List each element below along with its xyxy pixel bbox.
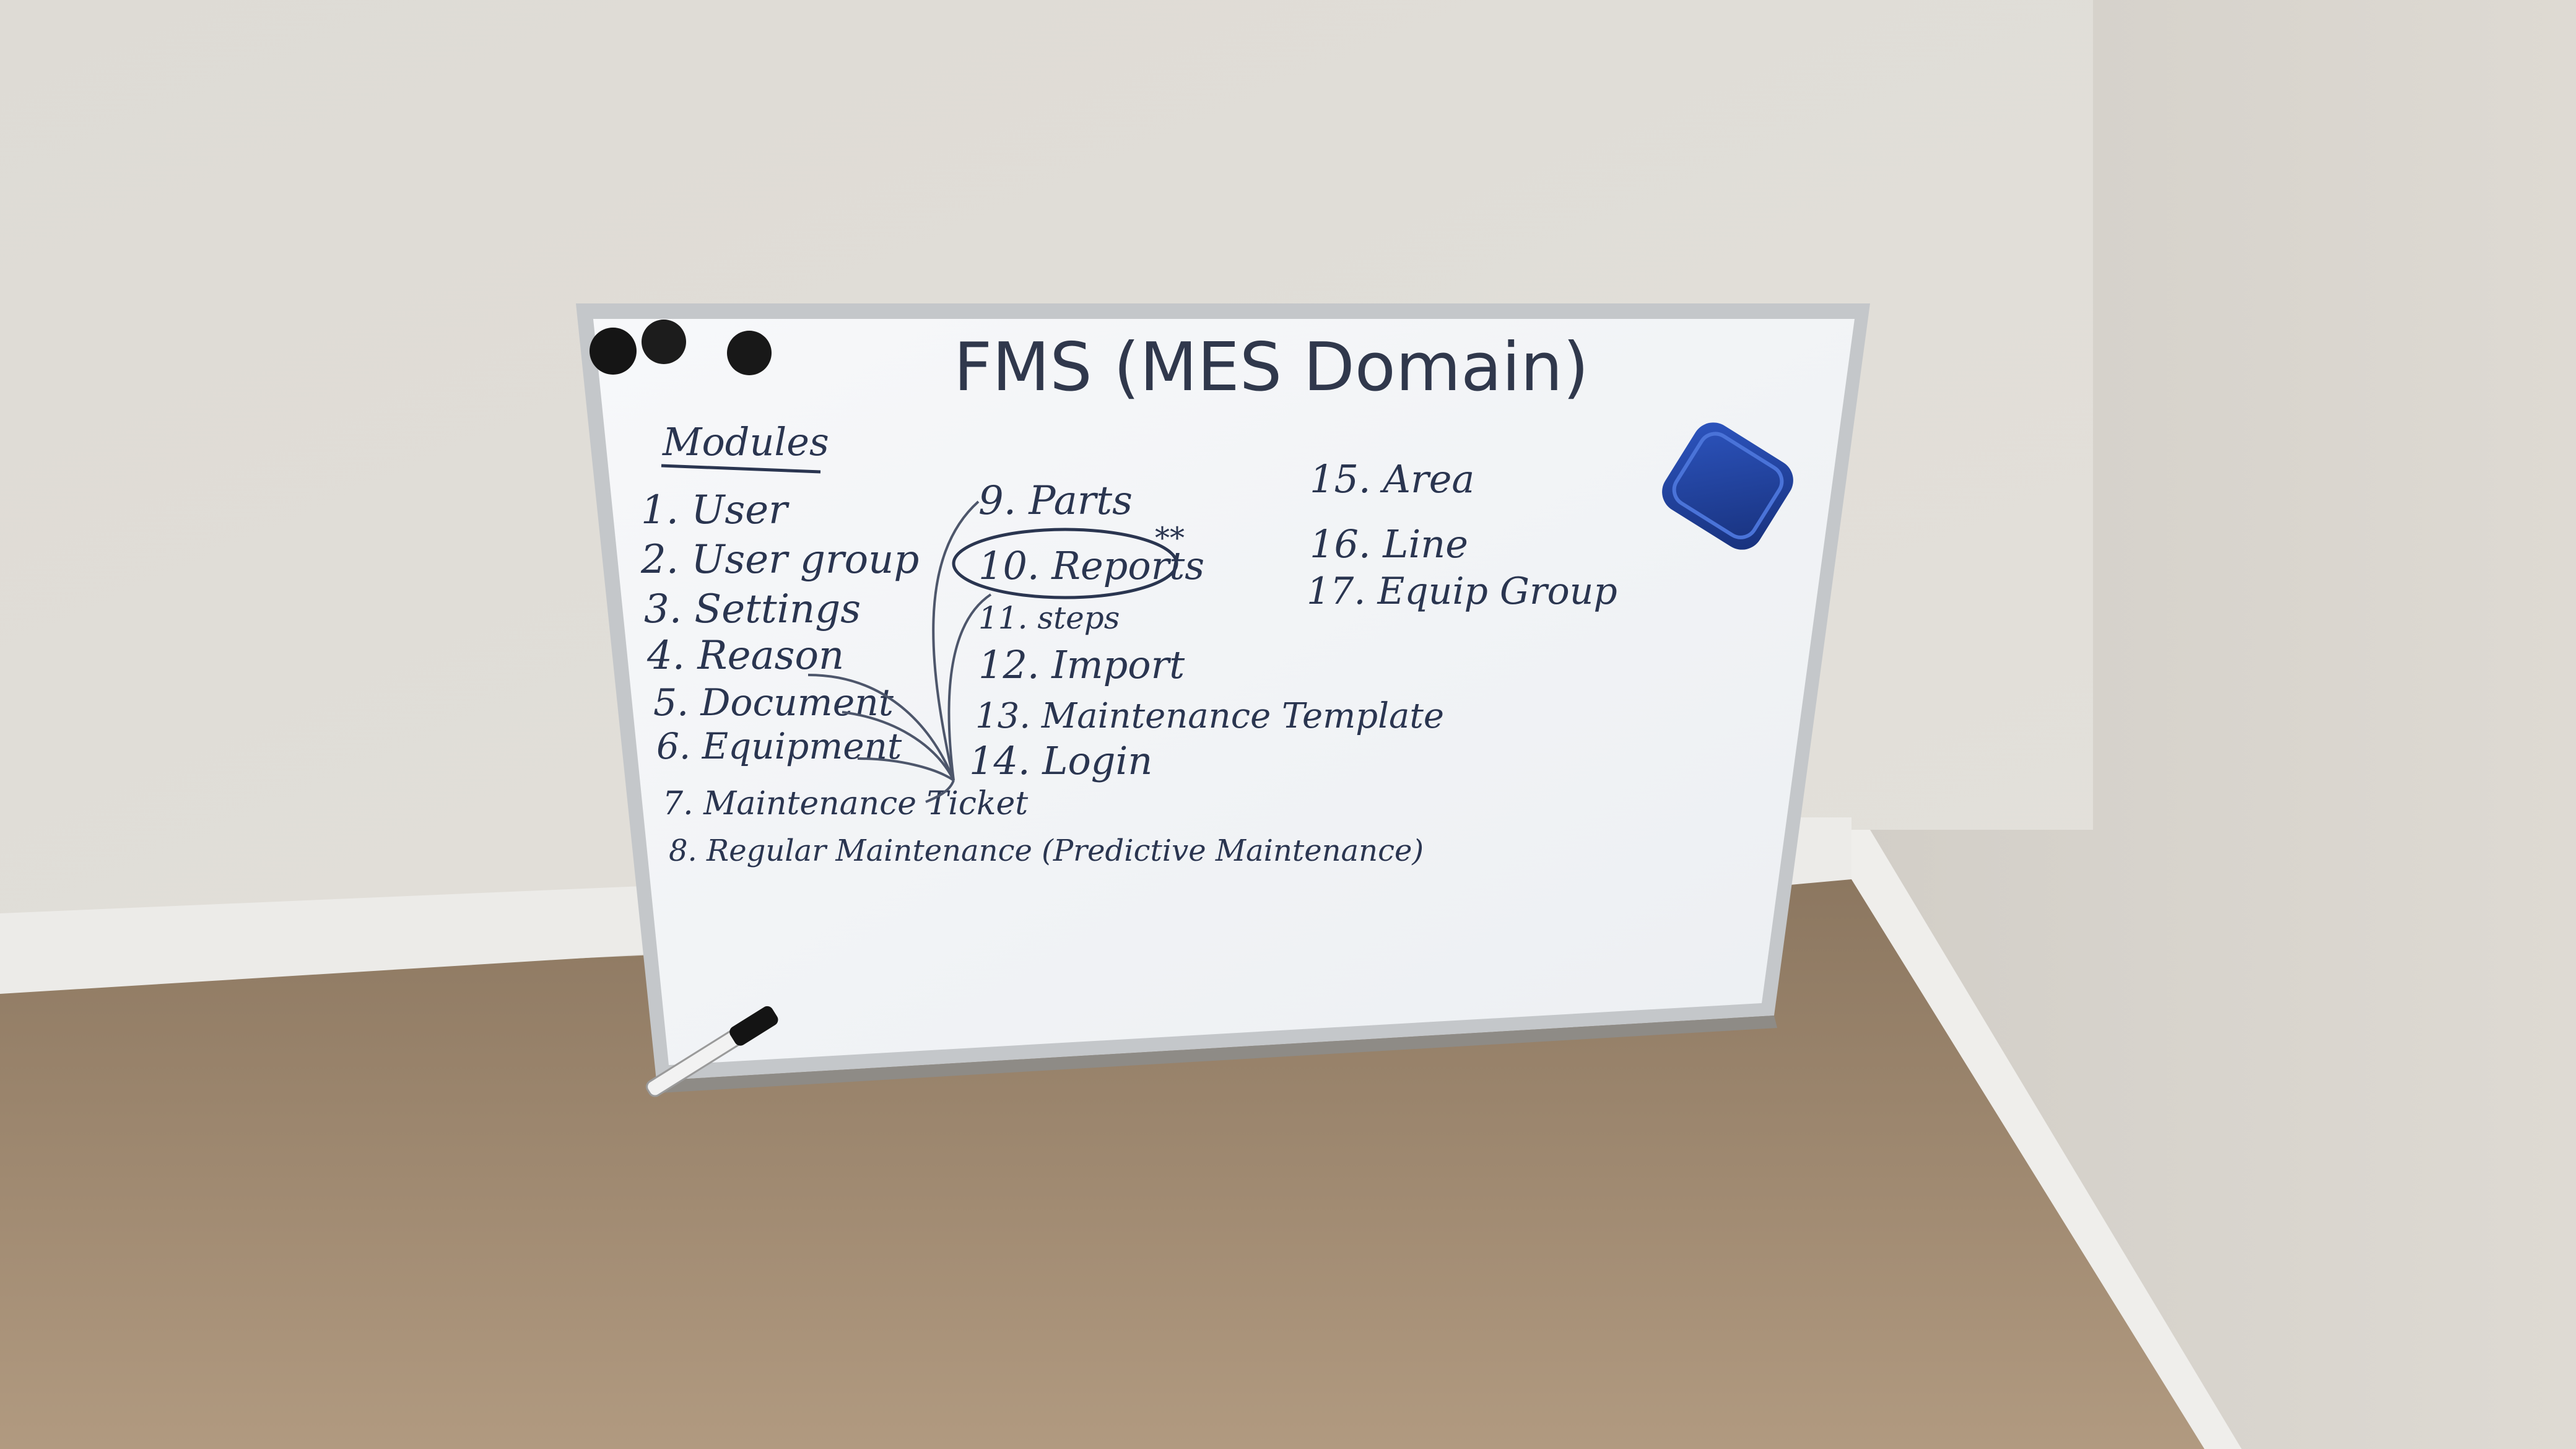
list-item: 11. steps	[978, 600, 1120, 636]
list-item: 14. Login	[969, 738, 1152, 783]
list-item: 13. Maintenance Template	[975, 696, 1444, 736]
photo-scene: FMS (MES Domain) Modules 1. User 2. User…	[0, 0, 2576, 1449]
list-item: 12. Import	[978, 642, 1185, 687]
board-title: FMS (MES Domain)	[954, 329, 1589, 406]
magnet-icon[interactable]	[590, 328, 637, 375]
list-item: 6. Equipment	[656, 725, 902, 767]
list-item: 3. Settings	[644, 586, 861, 632]
list-item: 1. User	[641, 487, 790, 533]
modules-heading: Modules	[662, 419, 829, 464]
list-item: 2. User group	[640, 537, 919, 583]
magnet-icon[interactable]	[642, 320, 686, 364]
list-item: 15. Area	[1310, 456, 1474, 502]
list-item: 8. Regular Maintenance (Predictive Maint…	[669, 833, 1424, 868]
list-item: 5. Document	[653, 681, 894, 724]
list-item: 9. Parts	[978, 478, 1133, 524]
list-item: 16. Line	[1310, 521, 1468, 567]
list-item: 7. Maintenance Ticket	[663, 785, 1028, 822]
priority-mark: **	[1155, 521, 1185, 555]
list-item: 17. Equip Group	[1307, 570, 1617, 613]
list-item: 4. Reason	[646, 633, 844, 679]
magnet-icon[interactable]	[727, 331, 772, 375]
